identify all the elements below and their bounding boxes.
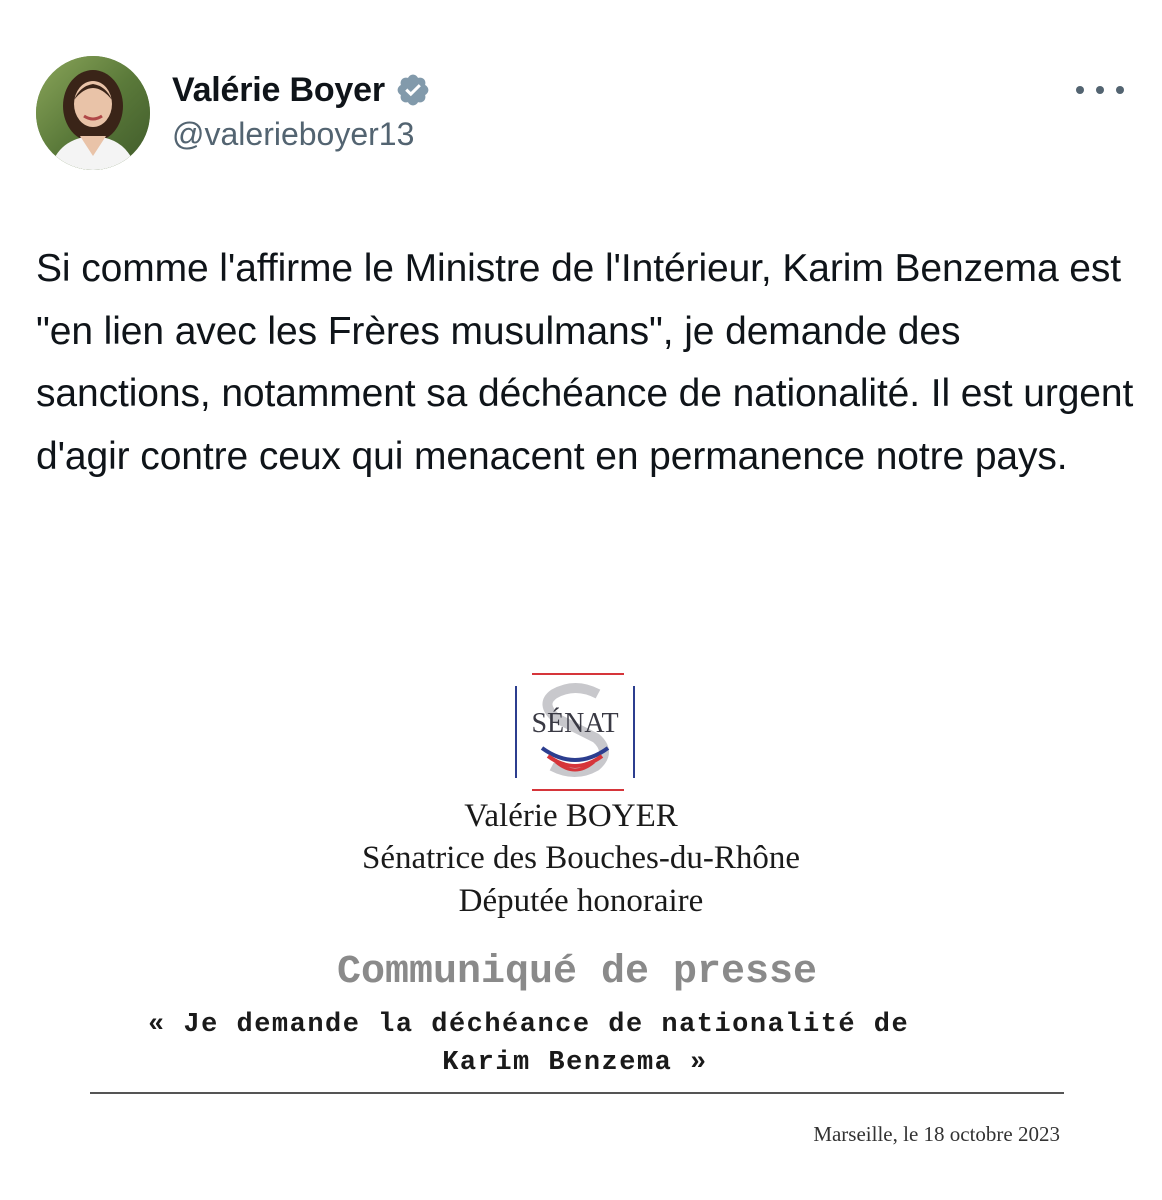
document-author-subtitle: Députée honoraire (458, 883, 704, 919)
document-date: Marseille, le 18 octobre 2023 (813, 1122, 1060, 1146)
document-author-name: Valérie BOYER (464, 798, 678, 834)
press-release-quote-line1: « Je demande la déchéance de nationalité… (148, 1010, 910, 1040)
more-dot (1096, 86, 1104, 94)
more-dot (1076, 86, 1084, 94)
senat-logo: SÉNAT (512, 672, 638, 792)
tweet-header: Valérie Boyer @valerieboyer13 (36, 56, 1126, 172)
more-options-icon[interactable] (1076, 76, 1124, 104)
press-release-heading: Communiqué de presse (336, 950, 818, 995)
more-dot (1116, 86, 1124, 94)
profile-photo-icon (36, 56, 150, 170)
tweet-text: Si comme l'affirme le Ministre de l'Inté… (36, 247, 1134, 478)
attached-press-release-image[interactable]: SÉNAT Valérie BOYER Sénatrice des Bouche… (0, 660, 1162, 1160)
verified-badge-icon[interactable] (395, 72, 431, 108)
display-name[interactable]: Valérie Boyer (172, 71, 385, 110)
senat-logo-text: SÉNAT (531, 708, 618, 739)
document-divider (90, 1092, 1064, 1094)
author-handle[interactable]: @valerieboyer13 (172, 116, 431, 153)
press-release-quote-line2: Karim Benzema » (442, 1048, 708, 1078)
author-block: Valérie Boyer @valerieboyer13 (172, 68, 431, 153)
document-author-title: Sénatrice des Bouches-du-Rhône (361, 840, 801, 876)
avatar[interactable] (36, 56, 150, 170)
display-name-row: Valérie Boyer (172, 68, 431, 112)
